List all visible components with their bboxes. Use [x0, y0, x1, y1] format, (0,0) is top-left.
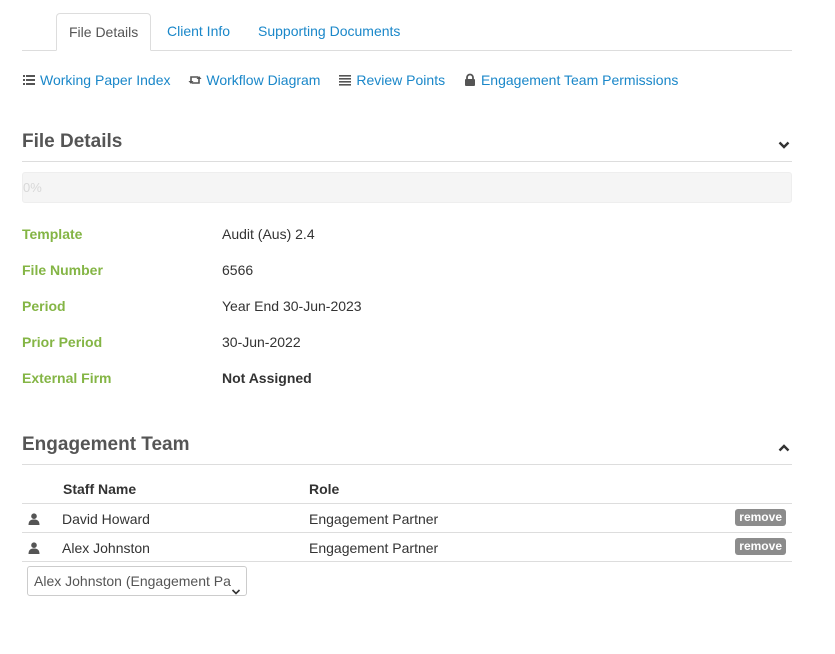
- detail-row-period: Period Year End 30-Jun-2023: [22, 298, 792, 318]
- detail-label: Period: [22, 298, 66, 314]
- section-title: File Details: [22, 131, 123, 152]
- remove-button[interactable]: remove: [735, 509, 786, 526]
- user-icon: [28, 541, 40, 554]
- staff-name: David Howard: [62, 511, 150, 527]
- engagement-team-header: Engagement Team: [22, 429, 792, 465]
- detail-label: Prior Period: [22, 334, 103, 350]
- tab-client-info[interactable]: Client Info: [155, 13, 242, 51]
- detail-value: 6566: [222, 262, 254, 278]
- user-icon: [28, 512, 40, 525]
- chevron-down-icon[interactable]: [778, 137, 790, 149]
- list-icon: [22, 73, 36, 87]
- working-paper-index-link[interactable]: Working Paper Index: [22, 72, 170, 88]
- remove-button[interactable]: remove: [735, 538, 786, 555]
- detail-value: Year End 30-Jun-2023: [222, 298, 362, 314]
- working-paper-index-label: Working Paper Index: [40, 72, 171, 88]
- review-points-label: Review Points: [356, 72, 446, 88]
- staff-role: Engagement Partner: [309, 540, 439, 556]
- column-role: Role: [309, 481, 340, 497]
- team-permissions-label: Engagement Team Permissions: [480, 72, 679, 88]
- team-table-header: Staff Name Role: [22, 479, 792, 504]
- chevron-up-icon[interactable]: [778, 440, 790, 452]
- detail-row-template: Template Audit (Aus) 2.4: [22, 226, 792, 246]
- progress-bar: 0%: [22, 172, 792, 203]
- table-row: Alex Johnston Engagement Partner remove: [22, 533, 792, 562]
- tab-supporting-documents[interactable]: Supporting Documents: [246, 13, 412, 51]
- chevron-down-icon: [231, 577, 241, 595]
- detail-row-file-number: File Number 6566: [22, 262, 792, 282]
- file-details-header: File Details: [22, 126, 792, 162]
- detail-row-prior-period: Prior Period 30-Jun-2022: [22, 334, 792, 354]
- staff-select-value: Alex Johnston (Engagement Pa: [34, 573, 231, 589]
- workflow-diagram-link[interactable]: Workflow Diagram: [188, 72, 320, 88]
- detail-row-external-firm: External Firm Not Assigned: [22, 370, 792, 390]
- column-staff-name: Staff Name: [63, 481, 137, 497]
- workflow-diagram-label: Workflow Diagram: [206, 72, 321, 88]
- team-permissions-link[interactable]: Engagement Team Permissions: [463, 72, 678, 88]
- staff-select[interactable]: Alex Johnston (Engagement Pa: [27, 566, 247, 596]
- detail-label: File Number: [22, 262, 103, 278]
- detail-value: Audit (Aus) 2.4: [222, 226, 315, 242]
- retweet-icon: [188, 73, 202, 87]
- staff-name: Alex Johnston: [62, 540, 150, 556]
- review-points-link[interactable]: Review Points: [338, 72, 445, 88]
- tab-bar: File Details Client Info Supporting Docu…: [22, 13, 792, 51]
- list-alt-icon: [338, 73, 352, 87]
- section-title: Engagement Team: [22, 434, 190, 455]
- tab-file-details[interactable]: File Details: [56, 13, 152, 51]
- action-links: Working Paper Index Workflow Diagram Rev…: [22, 72, 692, 90]
- lock-icon: [463, 73, 477, 87]
- detail-value: Not Assigned: [222, 370, 312, 386]
- table-row: David Howard Engagement Partner remove: [22, 504, 792, 533]
- detail-label: External Firm: [22, 370, 112, 386]
- detail-value: 30-Jun-2022: [222, 334, 301, 350]
- detail-label: Template: [22, 226, 83, 242]
- progress-text: 0%: [23, 180, 42, 195]
- staff-role: Engagement Partner: [309, 511, 439, 527]
